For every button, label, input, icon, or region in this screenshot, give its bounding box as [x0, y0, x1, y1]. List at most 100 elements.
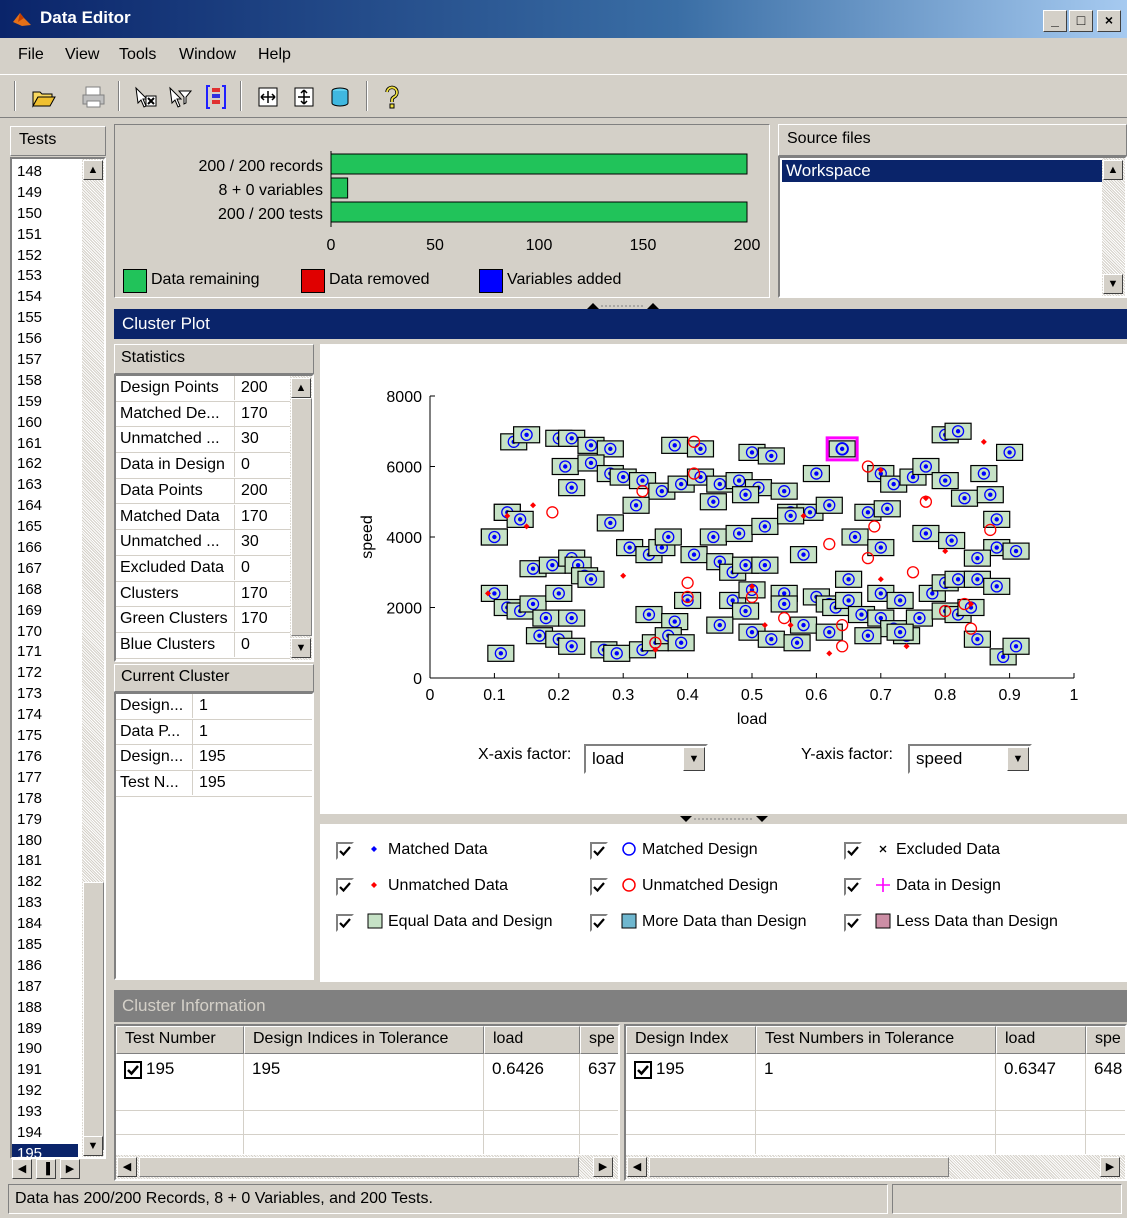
- test-list-item[interactable]: 176: [12, 747, 78, 768]
- test-list-item[interactable]: 156: [12, 329, 78, 350]
- test-list-item[interactable]: 159: [12, 392, 78, 413]
- database-icon[interactable]: [326, 83, 354, 111]
- test-list-item[interactable]: 163: [12, 475, 78, 496]
- horizontal-scrollbar[interactable]: ◀ ▶: [116, 1155, 618, 1179]
- test-list-item[interactable]: 155: [12, 308, 78, 329]
- title-bar[interactable]: Data Editor _ □ ×: [0, 0, 1127, 38]
- help-icon[interactable]: [378, 83, 406, 111]
- column-header[interactable]: load: [996, 1026, 1086, 1054]
- test-list-item[interactable]: 188: [12, 998, 78, 1019]
- scroll-right-button[interactable]: ▶: [60, 1159, 80, 1179]
- test-list-item[interactable]: 149: [12, 183, 78, 204]
- scroll-tab-button[interactable]: ▐: [36, 1159, 56, 1179]
- legend-checkbox[interactable]: [336, 878, 354, 896]
- scroll-down-button[interactable]: ▼: [291, 638, 311, 658]
- close-button[interactable]: ×: [1097, 10, 1121, 32]
- test-list-item[interactable]: 172: [12, 663, 78, 684]
- filter-icon[interactable]: [166, 83, 194, 111]
- test-list-item[interactable]: 182: [12, 872, 78, 893]
- column-header[interactable]: Test Numbers in Tolerance: [756, 1026, 996, 1054]
- test-list-item[interactable]: 158: [12, 371, 78, 392]
- test-list-item[interactable]: 185: [12, 935, 78, 956]
- test-list-item[interactable]: 195: [12, 1143, 78, 1157]
- variable-icon[interactable]: [202, 83, 230, 111]
- column-header[interactable]: load: [484, 1026, 580, 1054]
- legend-checkbox[interactable]: [590, 878, 608, 896]
- test-list-item[interactable]: 148: [12, 162, 78, 183]
- statistics-scroll-thumb[interactable]: [291, 398, 312, 636]
- chevron-down-icon[interactable]: ▼: [683, 747, 705, 771]
- print-icon[interactable]: [80, 83, 108, 111]
- test-list-item[interactable]: 177: [12, 768, 78, 789]
- x-axis-factor-select[interactable]: load ▼: [584, 744, 708, 774]
- test-list-item[interactable]: 151: [12, 225, 78, 246]
- row-checkbox[interactable]: [124, 1061, 142, 1079]
- test-list-item[interactable]: 171: [12, 642, 78, 663]
- test-list-item[interactable]: 154: [12, 287, 78, 308]
- source-files-listbox[interactable]: Workspace ▲ ▼: [778, 156, 1127, 298]
- test-list-item[interactable]: 162: [12, 454, 78, 475]
- tests-scroll-thumb[interactable]: [83, 882, 104, 1150]
- test-list-item[interactable]: 178: [12, 789, 78, 810]
- test-list-item[interactable]: 150: [12, 204, 78, 225]
- test-list-item[interactable]: 190: [12, 1039, 78, 1060]
- scroll-left-button[interactable]: ◀: [12, 1159, 32, 1179]
- plot-splitter[interactable]: [320, 814, 1127, 824]
- panel-splitter-handle[interactable]: [585, 297, 661, 309]
- legend-checkbox[interactable]: [336, 914, 354, 932]
- chevron-down-icon[interactable]: ▼: [1007, 747, 1029, 771]
- test-list-item[interactable]: 164: [12, 496, 78, 517]
- remove-data-icon[interactable]: [132, 83, 160, 111]
- scroll-down-button[interactable]: ▼: [1103, 274, 1123, 294]
- legend-checkbox[interactable]: [844, 878, 862, 896]
- test-list-item[interactable]: 174: [12, 705, 78, 726]
- expand-horizontal-icon[interactable]: [254, 83, 282, 111]
- test-list-item[interactable]: 168: [12, 580, 78, 601]
- test-list-item[interactable]: 180: [12, 831, 78, 852]
- test-list-item[interactable]: 160: [12, 413, 78, 434]
- source-file-item[interactable]: Workspace: [782, 160, 1102, 182]
- menu-help[interactable]: Help: [258, 46, 291, 64]
- menu-file[interactable]: File: [18, 46, 44, 64]
- test-list-item[interactable]: 173: [12, 684, 78, 705]
- column-header[interactable]: Design Indices in Tolerance: [244, 1026, 484, 1054]
- test-list-item[interactable]: 183: [12, 893, 78, 914]
- test-list-item[interactable]: 192: [12, 1081, 78, 1102]
- minimize-button[interactable]: _: [1043, 10, 1067, 32]
- y-axis-factor-select[interactable]: speed ▼: [908, 744, 1032, 774]
- test-list-item[interactable]: 157: [12, 350, 78, 371]
- scroll-up-button[interactable]: ▲: [1103, 160, 1123, 180]
- test-list-item[interactable]: 194: [12, 1123, 78, 1144]
- legend-checkbox[interactable]: [336, 842, 354, 860]
- test-list-item[interactable]: 175: [12, 726, 78, 747]
- menu-window[interactable]: Window: [179, 46, 236, 64]
- test-list-item[interactable]: 165: [12, 517, 78, 538]
- test-list-item[interactable]: 153: [12, 266, 78, 287]
- column-header[interactable]: Test Number: [116, 1026, 244, 1054]
- test-list-item[interactable]: 161: [12, 434, 78, 455]
- test-list-item[interactable]: 179: [12, 810, 78, 831]
- test-list-item[interactable]: 187: [12, 977, 78, 998]
- test-list-item[interactable]: 184: [12, 914, 78, 935]
- column-header[interactable]: spe: [580, 1026, 618, 1054]
- test-list-item[interactable]: 169: [12, 601, 78, 622]
- menu-tools[interactable]: Tools: [119, 46, 156, 64]
- legend-checkbox[interactable]: [590, 842, 608, 860]
- test-list-item[interactable]: 167: [12, 559, 78, 580]
- tests-listbox[interactable]: 148 149 150 151 152 153 154 155 156 157 158 159 160 1…: [10, 157, 106, 1159]
- expand-vertical-icon[interactable]: [290, 83, 318, 111]
- scroll-up-button[interactable]: ▲: [83, 160, 103, 180]
- test-list-item[interactable]: 181: [12, 851, 78, 872]
- column-header[interactable]: spe: [1086, 1026, 1125, 1054]
- test-list-item[interactable]: 189: [12, 1019, 78, 1040]
- legend-checkbox[interactable]: [844, 914, 862, 932]
- maximize-button[interactable]: □: [1069, 10, 1093, 32]
- test-list-item[interactable]: 193: [12, 1102, 78, 1123]
- test-list-item[interactable]: 166: [12, 538, 78, 559]
- horizontal-scrollbar[interactable]: ◀ ▶: [626, 1155, 1125, 1179]
- test-list-item[interactable]: 170: [12, 622, 78, 643]
- column-header[interactable]: Design Index: [626, 1026, 756, 1054]
- cluster-scatter-plot[interactable]: 0 0.1 0.2 0.3 0.4 0.5 0.6 0.7 0.8 0.9 1 0 2000 4000 60…: [320, 344, 1127, 744]
- open-folder-icon[interactable]: [30, 83, 58, 111]
- legend-checkbox[interactable]: [844, 842, 862, 860]
